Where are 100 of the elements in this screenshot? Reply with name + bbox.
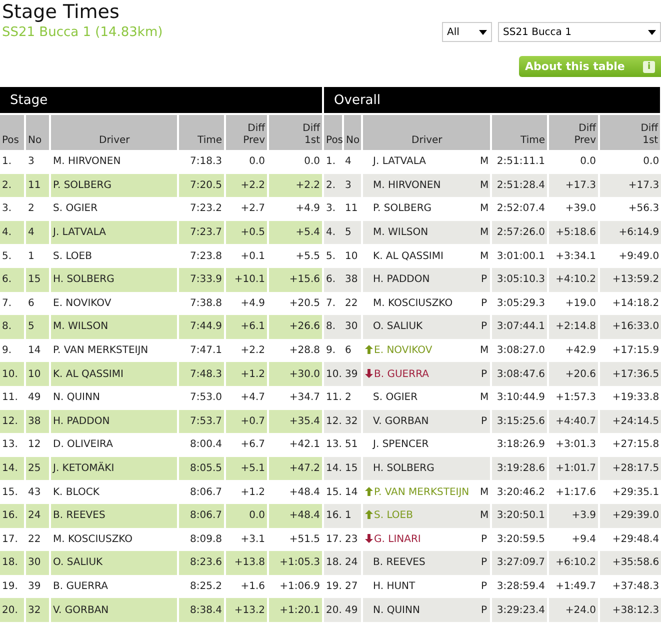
table-cell: 3:27:09.7 [491,551,548,575]
table-cell: 10. [0,362,25,386]
column-header: Time [491,114,548,150]
driver-name: G. LINARI [374,534,421,545]
table-cell: +4.9 [268,197,324,221]
table-cell: 32 [343,410,362,434]
column-header: No [343,114,362,150]
column-header: Diff Prev [548,114,600,150]
table-cell: P [478,574,492,598]
table-cell: 5 [343,220,362,244]
table-cell: 3:20:50.1 [491,504,548,528]
section-header: Stage [0,87,324,114]
table-cell: +56.3 [599,197,661,221]
table-cell: +42.9 [548,338,600,362]
table-cell: 12. [0,410,25,434]
table-cell: 38 [343,268,362,292]
table-cell: 32 [25,598,50,622]
table-cell: 7:53.7 [178,410,225,434]
up-arrow-icon [365,345,374,354]
table-cell: 18. [323,551,344,575]
table-cell: +4:40.7 [548,410,600,434]
table-cell: 2 [25,197,50,221]
table-cell: +1:49.7 [548,574,600,598]
table-cell: 20. [323,598,344,622]
column-header: Pos [0,114,25,150]
table-cell: 11 [343,197,362,221]
down-arrow-icon [365,534,374,543]
table-cell: E. NOVIKOV [50,292,178,316]
table-cell: P [478,292,492,316]
info-icon: i [643,60,655,72]
table-cell: 9. [323,338,344,362]
table-cell: 3:19:28.6 [491,456,548,480]
table-cell: P [478,551,492,575]
table-cell: +5.4 [268,220,324,244]
table-cell: 22 [343,292,362,316]
table-cell: 2:51:28.4 [491,174,548,198]
table-cell: +3.1 [225,528,268,552]
table-cell: +5.1 [225,456,268,480]
table-cell: 22 [25,528,50,552]
table-cell: +35.4 [268,410,324,434]
table-cell: 8:05.5 [178,456,225,480]
table-cell: +1:06.9 [268,574,324,598]
table-cell: B. REEVES [362,551,478,575]
table-cell: 6 [343,338,362,362]
table-cell: +6:10.2 [548,551,600,575]
table-cell: +38:12.3 [599,598,661,622]
table-cell: 25 [25,456,50,480]
table-cell: +3.9 [548,504,600,528]
driver-name: E. NOVIKOV [374,345,432,356]
column-header: Diff 1st [268,114,324,150]
table-cell: 3:15:25.6 [491,410,548,434]
table-cell: H. PADDON [362,268,478,292]
column-header: Time [178,114,225,150]
table-cell: 7. [323,292,344,316]
table-cell: 2:57:26.0 [491,220,548,244]
table-cell: 0.0 [225,504,268,528]
table-cell: +24.0 [548,598,600,622]
dropdown[interactable]: SS21 Bucca 1 [498,22,661,42]
table-cell: 14. [323,456,344,480]
table-cell: +2.2 [225,338,268,362]
caret-icon [648,30,656,34]
table-cell: 7:20.5 [178,174,225,198]
table-cell: +17.3 [548,174,600,198]
table-cell: +28:17.5 [599,456,661,480]
table-cell: +1:01.7 [548,456,600,480]
table-cell: 5 [25,315,50,339]
column-header: Diff 1st [599,114,661,150]
table-cell: H. PADDON [50,410,178,434]
table-cell: +2:14.8 [548,315,600,339]
table-cell: 8. [323,315,344,339]
table-cell: 7:44.9 [178,315,225,339]
table-cell: +13.8 [225,551,268,575]
table-cell: M [478,197,492,221]
table-cell: 4 [25,220,50,244]
table-cell: +13.2 [225,598,268,622]
table-cell: +16:33.0 [599,315,661,339]
table-cell: +26.6 [268,315,324,339]
driver-name: P. VAN MERKSTEIJN [374,486,470,498]
dropdown[interactable]: All [442,22,492,42]
table-cell: 17. [323,528,344,552]
table-cell: 14. [0,456,25,480]
table-cell: M. WILSON [362,220,478,244]
table-cell: +1:05.3 [268,551,324,575]
table-cell: +17:15.9 [599,338,661,362]
page-title: Stage Times [2,0,120,24]
table-cell: 7:33.9 [178,268,225,292]
table-cell: +28.8 [268,338,324,362]
table-cell: P. VAN MERKSTEIJN [50,338,178,362]
table-cell: 7:38.8 [178,292,225,316]
table-cell: +47.2 [268,456,324,480]
table-cell: 8:09.8 [178,528,225,552]
table-cell: +2.2 [225,174,268,198]
table-cell: +4:10.2 [548,268,600,292]
table-cell: K. AL QASSIMI [50,362,178,386]
table-cell: +30.0 [268,362,324,386]
table-cell: 3:08:27.0 [491,338,548,362]
table-cell: 8. [0,315,25,339]
table-cell: P [478,528,492,552]
table-cell: 30 [25,551,50,575]
table-cell: B. GUERRA [50,574,178,598]
